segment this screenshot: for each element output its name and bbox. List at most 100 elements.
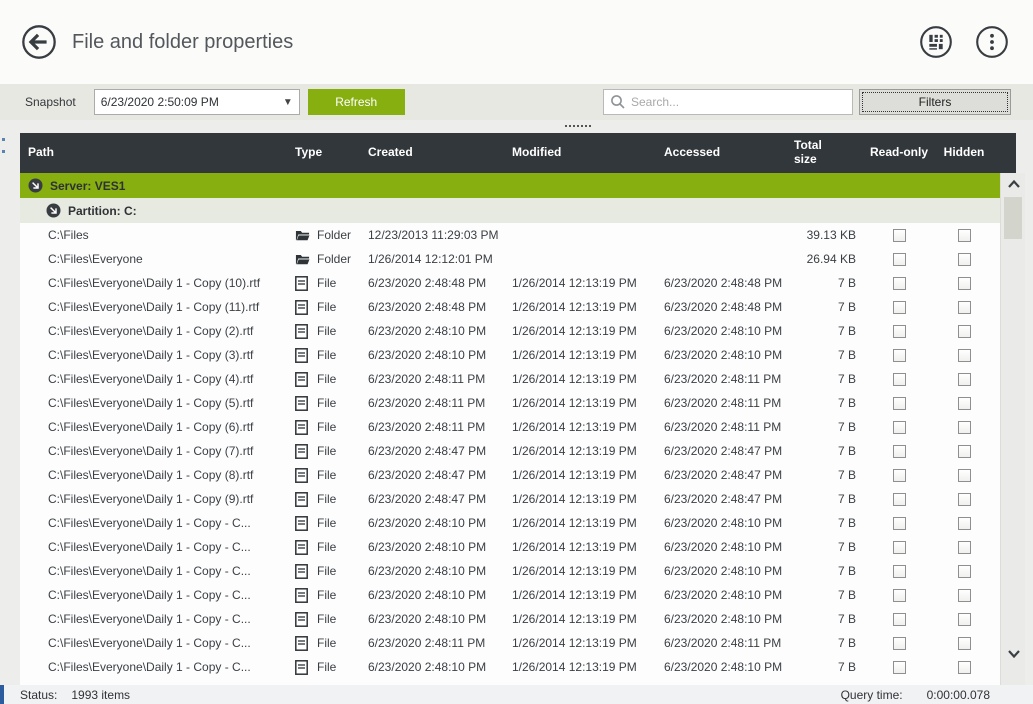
cell-total-size: 7 B xyxy=(792,343,864,367)
readonly-checkbox[interactable] xyxy=(893,493,906,506)
hidden-checkbox[interactable] xyxy=(958,637,971,650)
hidden-checkbox[interactable] xyxy=(958,445,971,458)
edge-splitter-grip[interactable] xyxy=(2,138,6,162)
readonly-checkbox[interactable] xyxy=(893,373,906,386)
cell-hidden xyxy=(934,439,994,463)
collapse-arrow-icon[interactable] xyxy=(46,203,61,218)
column-header-path[interactable]: Path xyxy=(20,133,292,173)
readonly-checkbox[interactable] xyxy=(893,301,906,314)
column-header-modified[interactable]: Modified xyxy=(510,133,662,173)
column-header-readonly[interactable]: Read-only xyxy=(864,133,934,173)
table-row[interactable]: C:\Files\Everyone\Daily 1 - Copy (2).rtf… xyxy=(20,319,1002,343)
cell-modified: 1/26/2014 12:13:19 PM xyxy=(510,415,662,439)
hidden-checkbox[interactable] xyxy=(958,397,971,410)
hidden-checkbox[interactable] xyxy=(958,661,971,674)
column-header-created[interactable]: Created xyxy=(366,133,510,173)
table-row[interactable]: C:\Files\Everyone\Daily 1 - Copy - C...F… xyxy=(20,583,1002,607)
table-row[interactable]: C:\Files\Everyone\Daily 1 - Copy (5).rtf… xyxy=(20,391,1002,415)
cell-accessed: 6/23/2020 2:48:10 PM xyxy=(662,319,792,343)
group-row-server[interactable]: Server: VES1 xyxy=(20,173,1002,198)
cell-path: C:\Files\Everyone\Daily 1 - Copy (3).rtf xyxy=(20,343,292,367)
readonly-checkbox[interactable] xyxy=(893,277,906,290)
table-row[interactable]: C:\FilesFolder12/23/2013 11:29:03 PM39.1… xyxy=(20,223,1002,247)
table-row[interactable]: C:\Files\Everyone\Daily 1 - Copy (8).rtf… xyxy=(20,463,1002,487)
scroll-down-button[interactable] xyxy=(1001,645,1026,663)
hidden-checkbox[interactable] xyxy=(958,229,971,242)
cell-accessed: 6/23/2020 2:48:11 PM xyxy=(662,631,792,655)
cell-hidden xyxy=(934,655,994,679)
hidden-checkbox[interactable] xyxy=(958,349,971,362)
hidden-checkbox[interactable] xyxy=(958,517,971,530)
readonly-checkbox[interactable] xyxy=(893,253,906,266)
hidden-checkbox[interactable] xyxy=(958,469,971,482)
readonly-checkbox[interactable] xyxy=(893,229,906,242)
hidden-checkbox[interactable] xyxy=(958,565,971,578)
cell-modified: 1/26/2014 12:13:19 PM xyxy=(510,535,662,559)
readonly-checkbox[interactable] xyxy=(893,565,906,578)
cell-readonly xyxy=(864,295,934,319)
more-options-button[interactable] xyxy=(971,21,1013,63)
column-header-hidden[interactable]: Hidden xyxy=(934,133,994,173)
readonly-checkbox[interactable] xyxy=(893,541,906,554)
readonly-checkbox[interactable] xyxy=(893,469,906,482)
hidden-checkbox[interactable] xyxy=(958,373,971,386)
readonly-checkbox[interactable] xyxy=(893,349,906,362)
readonly-checkbox[interactable] xyxy=(893,325,906,338)
hidden-checkbox[interactable] xyxy=(958,613,971,626)
hidden-checkbox[interactable] xyxy=(958,589,971,602)
table-row[interactable]: C:\Files\Everyone\Daily 1 - Copy - C...F… xyxy=(20,655,1002,679)
table-row[interactable]: C:\Files\EveryoneFolder1/26/2014 12:12:0… xyxy=(20,247,1002,271)
hidden-checkbox[interactable] xyxy=(958,253,971,266)
vertical-scrollbar[interactable] xyxy=(1000,173,1025,685)
search-input[interactable] xyxy=(631,95,846,109)
hidden-checkbox[interactable] xyxy=(958,493,971,506)
collapse-arrow-icon[interactable] xyxy=(28,178,43,193)
readonly-checkbox[interactable] xyxy=(893,397,906,410)
hidden-checkbox[interactable] xyxy=(958,325,971,338)
cell-created: 6/23/2020 2:48:47 PM xyxy=(366,439,510,463)
table-row[interactable]: C:\Files\Everyone\Daily 1 - Copy (7).rtf… xyxy=(20,439,1002,463)
filters-button[interactable]: Filters xyxy=(859,89,1011,115)
cell-type: File xyxy=(292,439,366,463)
group-row-partition[interactable]: Partition: C: xyxy=(20,198,1002,223)
readonly-checkbox[interactable] xyxy=(893,445,906,458)
layout-view-button[interactable] xyxy=(915,21,957,63)
table-row[interactable]: C:\Files\Everyone\Daily 1 - Copy (4).rtf… xyxy=(20,367,1002,391)
cell-modified: 1/26/2014 12:13:19 PM xyxy=(510,295,662,319)
readonly-checkbox[interactable] xyxy=(893,589,906,602)
readonly-checkbox[interactable] xyxy=(893,517,906,530)
table-row[interactable]: C:\Files\Everyone\Daily 1 - Copy (11).rt… xyxy=(20,295,1002,319)
table-row[interactable]: C:\Files\Everyone\Daily 1 - Copy - C...F… xyxy=(20,535,1002,559)
back-button[interactable] xyxy=(20,23,58,61)
scroll-up-button[interactable] xyxy=(1001,175,1026,193)
refresh-button[interactable]: Refresh xyxy=(308,89,405,115)
column-header-size[interactable]: Total size xyxy=(792,133,844,173)
hidden-checkbox[interactable] xyxy=(958,277,971,290)
readonly-checkbox[interactable] xyxy=(893,661,906,674)
column-header-type[interactable]: Type xyxy=(292,133,366,173)
table-row[interactable]: C:\Files\Everyone\Daily 1 - Copy - C...F… xyxy=(20,607,1002,631)
hidden-checkbox[interactable] xyxy=(958,541,971,554)
scrollbar-thumb[interactable] xyxy=(1004,197,1022,239)
readonly-checkbox[interactable] xyxy=(893,613,906,626)
table-row[interactable]: C:\Files\Everyone\Daily 1 - Copy - C...F… xyxy=(20,559,1002,583)
table-row[interactable]: C:\Files\Everyone\Daily 1 - Copy (6).rtf… xyxy=(20,415,1002,439)
column-header-accessed[interactable]: Accessed xyxy=(662,133,792,173)
cell-type: Folder xyxy=(292,223,366,247)
cell-hidden xyxy=(934,367,994,391)
cell-hidden xyxy=(934,559,994,583)
hidden-checkbox[interactable] xyxy=(958,301,971,314)
table-row[interactable]: C:\Files\Everyone\Daily 1 - Copy - C...F… xyxy=(20,631,1002,655)
hidden-checkbox[interactable] xyxy=(958,421,971,434)
table-row[interactable]: C:\Files\Everyone\Daily 1 - Copy (9).rtf… xyxy=(20,487,1002,511)
type-label: File xyxy=(317,444,336,458)
cell-total-size: 7 B xyxy=(792,559,864,583)
snapshot-dropdown[interactable]: 6/23/2020 2:50:09 PM ▼ xyxy=(94,89,300,115)
cell-hidden xyxy=(934,631,994,655)
table-row[interactable]: C:\Files\Everyone\Daily 1 - Copy (10).rt… xyxy=(20,271,1002,295)
readonly-checkbox[interactable] xyxy=(893,637,906,650)
splitter-grip[interactable] xyxy=(565,125,591,127)
table-row[interactable]: C:\Files\Everyone\Daily 1 - Copy (3).rtf… xyxy=(20,343,1002,367)
table-row[interactable]: C:\Files\Everyone\Daily 1 - Copy - C...F… xyxy=(20,511,1002,535)
readonly-checkbox[interactable] xyxy=(893,421,906,434)
